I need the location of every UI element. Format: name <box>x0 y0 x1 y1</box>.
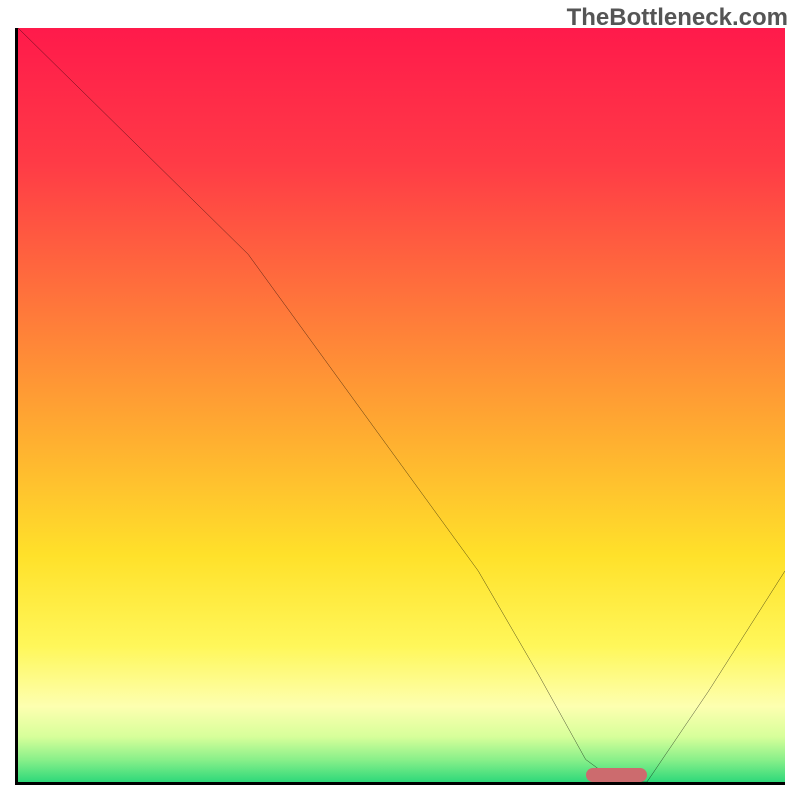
watermark-text: TheBottleneck.com <box>567 4 788 32</box>
axes-frame <box>15 28 785 785</box>
